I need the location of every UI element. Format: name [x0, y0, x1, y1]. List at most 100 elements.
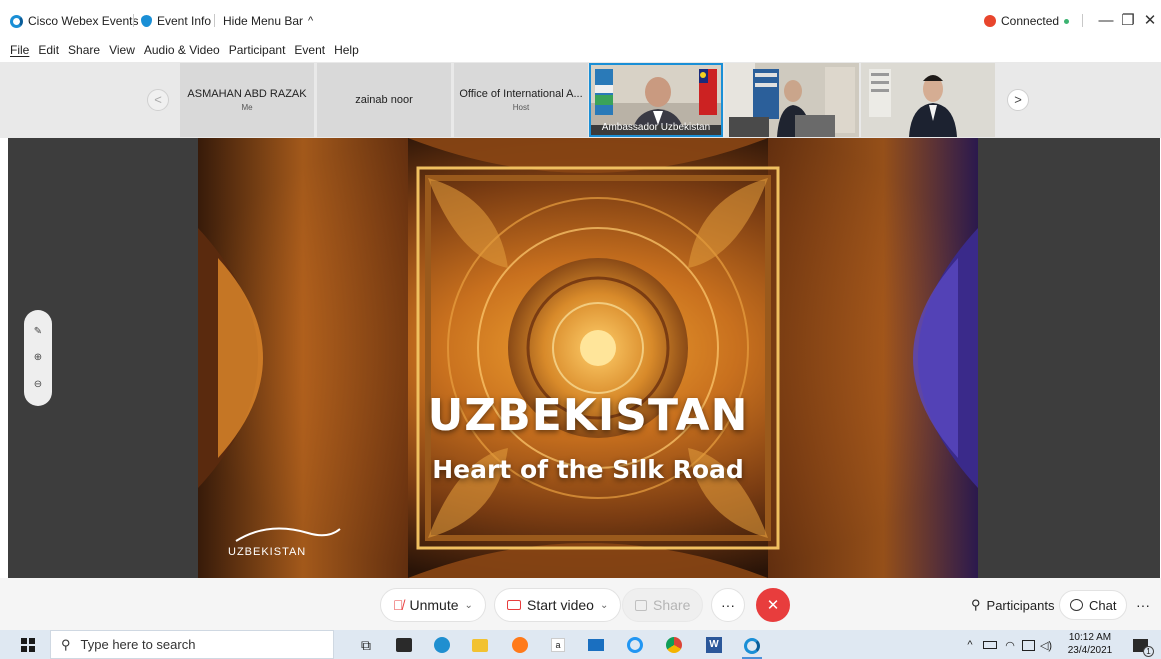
- clock-time: 10:12 AM: [1068, 632, 1112, 643]
- chevron-up-icon: ^: [308, 15, 314, 27]
- app-title-group: Cisco Webex Events: [10, 14, 139, 28]
- status-dot-icon: [1064, 18, 1070, 24]
- participant-video-office[interactable]: [725, 63, 859, 137]
- office-video-feed: [725, 63, 859, 137]
- annotate-pen-icon[interactable]: ✎: [34, 326, 42, 337]
- close-window-button[interactable]: ✕: [1138, 10, 1161, 32]
- share-button[interactable]: Share: [622, 588, 704, 622]
- firefox-icon[interactable]: [510, 635, 530, 655]
- panel-overflow-button[interactable]: ···: [1128, 588, 1158, 622]
- zoom-out-icon[interactable]: ⊖: [34, 379, 42, 390]
- hide-menu-bar-button[interactable]: Hide Menu Bar ^: [223, 14, 313, 28]
- word-icon[interactable]: W: [704, 635, 724, 655]
- participant-name: ASMAHAN ABD RAZAK: [187, 88, 307, 100]
- title-bar: Cisco Webex Events Event Info Hide Menu …: [0, 0, 1161, 38]
- share-label: Share: [653, 597, 691, 613]
- webex-taskbar-icon[interactable]: [742, 635, 762, 659]
- menu-share[interactable]: Share: [68, 43, 100, 57]
- participant-name: zainab noor: [355, 94, 413, 106]
- windows-taskbar: ⚲ Type here to search ⧉ a W ^ ◠ ◁) 10:12…: [0, 630, 1161, 659]
- chat-label: Chat: [1089, 597, 1117, 613]
- logo-text: UZBEKISTAN: [228, 546, 307, 558]
- connection-status[interactable]: Connected: [984, 14, 1070, 28]
- participants-panel-button[interactable]: ⚲ Participants: [958, 588, 1067, 622]
- annotation-zoom-toolbar: ✎ ⊕ ⊖: [24, 310, 52, 406]
- chat-bubble-icon: [1070, 599, 1083, 611]
- logo-swoosh-icon: [235, 527, 341, 542]
- menu-view[interactable]: View: [109, 43, 135, 57]
- menu-audio-video[interactable]: Audio & Video: [144, 43, 220, 57]
- participant-name: Office of International A...: [459, 88, 583, 100]
- participant-tile-zainab[interactable]: zainab noor: [317, 63, 451, 137]
- zoom-in-icon[interactable]: ⊕: [34, 352, 42, 363]
- unmute-label: Unmute: [409, 597, 459, 613]
- search-icon: ⚲: [61, 636, 71, 652]
- shield-icon: [141, 15, 152, 27]
- slide-title: UZBEKISTAN: [427, 390, 749, 441]
- volume-icon[interactable]: ◁): [1036, 635, 1056, 655]
- webex-logo-icon: [10, 14, 23, 28]
- slide-subtitle: Heart of the Silk Road: [432, 455, 744, 484]
- chevron-down-icon[interactable]: ⌄: [465, 600, 473, 611]
- strip-next-button[interactable]: >: [1007, 89, 1029, 111]
- person-icon: ⚲: [971, 597, 981, 612]
- video-off-icon: [507, 600, 521, 610]
- chrome-icon[interactable]: [664, 635, 684, 655]
- participant-video-ambassador[interactable]: Ambassador Uzbekistan: [589, 63, 723, 137]
- menu-participant[interactable]: Participant: [229, 43, 286, 57]
- guest-video-feed: [861, 63, 995, 137]
- store-icon[interactable]: [394, 635, 414, 655]
- shared-content-stage: UZBEKISTAN Heart of the Silk Road UZBEKI…: [8, 138, 1160, 578]
- connection-status-label: Connected: [1001, 14, 1060, 28]
- notifications-icon[interactable]: 1: [1130, 635, 1154, 657]
- participant-role: Host: [512, 103, 530, 112]
- battery-icon[interactable]: [980, 635, 1000, 655]
- taskbar-clock[interactable]: 10:12 AM 23/4/2021: [1062, 631, 1118, 657]
- uzbekistan-logo: UZBEKISTAN: [228, 523, 348, 558]
- edge-browser-icon[interactable]: [432, 635, 452, 655]
- participant-role: Me: [241, 103, 253, 112]
- unmute-button[interactable]: 🎙̸ Unmute ⌄: [380, 588, 486, 622]
- more-options-button[interactable]: ···: [711, 588, 745, 622]
- participant-video-guest[interactable]: [861, 63, 995, 137]
- start-video-button[interactable]: Start video ⌄: [494, 588, 622, 622]
- participant-tile-me[interactable]: ASMAHAN ABD RAZAK Me: [180, 63, 314, 137]
- participant-tile-host[interactable]: Office of International A... Host: [454, 63, 588, 137]
- strip-prev-button[interactable]: <: [147, 89, 169, 111]
- menu-bar: File Edit Share View Audio & Video Parti…: [0, 38, 1161, 62]
- menu-file[interactable]: File: [10, 43, 29, 57]
- language-icon[interactable]: [1018, 635, 1038, 655]
- wifi-icon[interactable]: ◠: [1000, 635, 1020, 655]
- menu-event[interactable]: Event: [294, 43, 325, 57]
- show-hidden-icons-icon[interactable]: ^: [960, 635, 980, 655]
- participants-label: Participants: [986, 597, 1055, 613]
- menu-edit[interactable]: Edit: [38, 43, 59, 57]
- meeting-controls: 🎙̸ Unmute ⌄ Start video ⌄ Share ··· ✕ ⚲ …: [0, 578, 1161, 630]
- connection-signal-icon: [984, 15, 996, 27]
- share-icon: [635, 599, 647, 611]
- presentation-slide: UZBEKISTAN Heart of the Silk Road UZBEKI…: [198, 138, 978, 578]
- file-explorer-icon[interactable]: [470, 635, 490, 655]
- notification-count: 1: [1143, 646, 1154, 657]
- app-title: Cisco Webex Events: [28, 14, 139, 28]
- start-video-label: Start video: [527, 597, 594, 613]
- chrome-like-icon[interactable]: [625, 635, 645, 655]
- task-view-icon[interactable]: ⧉: [356, 635, 376, 655]
- chevron-down-icon[interactable]: ⌄: [600, 600, 608, 611]
- restore-button[interactable]: ❐: [1116, 10, 1140, 32]
- taskbar-search-box[interactable]: ⚲ Type here to search: [50, 630, 334, 659]
- end-meeting-button[interactable]: ✕: [756, 588, 790, 622]
- video-tile-label: Ambassador Uzbekistan: [601, 122, 711, 133]
- windows-start-icon[interactable]: [18, 635, 38, 655]
- amazon-icon[interactable]: a: [548, 635, 568, 655]
- chat-panel-button[interactable]: Chat: [1059, 590, 1128, 620]
- event-info-label: Event Info: [157, 14, 212, 28]
- event-info-button[interactable]: Event Info: [141, 14, 211, 28]
- minimize-button[interactable]: —: [1094, 10, 1118, 32]
- menu-help[interactable]: Help: [334, 43, 359, 57]
- mic-muted-icon: 🎙̸: [393, 597, 404, 613]
- mail-icon[interactable]: [586, 635, 606, 655]
- mosaic-ceiling-image: [198, 138, 978, 578]
- hide-menu-bar-label: Hide Menu Bar: [223, 14, 304, 28]
- participant-strip: < ASMAHAN ABD RAZAK Me zainab noor Offic…: [0, 62, 1161, 138]
